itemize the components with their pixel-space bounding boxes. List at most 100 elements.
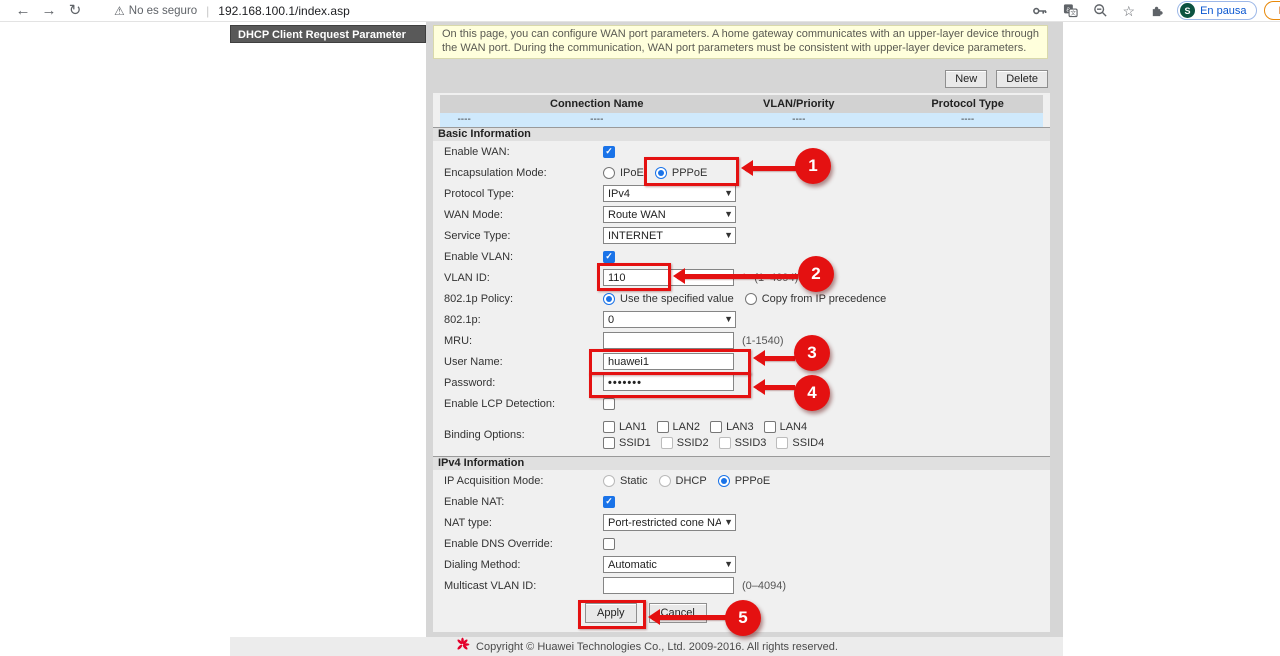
ipoe-radio-label: IPoE [620, 167, 644, 179]
mru-input[interactable] [603, 332, 734, 349]
nav-sidebar: DHCP Client Request Parameter [230, 22, 426, 637]
nat-type-value: Port-restricted cone NAT [608, 517, 721, 529]
wan-mode-value: Route WAN [608, 209, 666, 221]
wan-mode-select[interactable]: Route WAN ▼ [603, 206, 736, 223]
address-bar-url[interactable]: 192.168.100.1/index.asp [218, 4, 349, 18]
translate-icon[interactable]: a文 [1063, 3, 1078, 18]
row-vlan-id: VLAN ID: *(1–4094) [433, 267, 1050, 288]
dns-override-label: Enable DNS Override: [433, 538, 603, 550]
sidebar-item-dhcp-client-request-parameter[interactable]: DHCP Client Request Parameter [230, 25, 426, 43]
multicast-vlan-id-label: Multicast VLAN ID: [433, 580, 603, 592]
security-label[interactable]: No es seguro [129, 5, 197, 17]
nat-type-select[interactable]: Port-restricted cone NAT ▼ [603, 514, 736, 531]
password-input[interactable] [603, 374, 734, 391]
lan1-checkbox[interactable] [603, 421, 615, 433]
service-type-value: INTERNET [608, 230, 663, 242]
lcp-detection-checkbox[interactable] [603, 398, 615, 410]
dns-override-checkbox[interactable] [603, 538, 615, 550]
dropdown-caret-icon: ▼ [724, 209, 733, 219]
mru-label: MRU: [433, 335, 603, 347]
profile-sync-status: En pausa [1200, 5, 1246, 17]
delete-button[interactable]: Delete [996, 70, 1048, 88]
lan4-checkbox[interactable] [764, 421, 776, 433]
enable-vlan-label: Enable VLAN: [433, 251, 603, 263]
pppoe-radio-label: PPPoE [672, 167, 707, 179]
protocol-type-value: IPv4 [608, 188, 630, 200]
row-dialing-method: Dialing Method: Automatic ▼ [433, 554, 1050, 575]
vlan-id-input[interactable] [603, 269, 734, 286]
enable-wan-label: Enable WAN: [433, 146, 603, 158]
copy-ip-precedence-radio[interactable] [745, 293, 757, 305]
multicast-vlan-id-input[interactable] [603, 577, 734, 594]
lan2-checkbox[interactable] [657, 421, 669, 433]
browser-toolbar: ← → ↻ ⚠ No es seguro | 192.168.100.1/ind… [0, 0, 1280, 22]
enable-vlan-checkbox[interactable] [603, 251, 615, 263]
service-type-select[interactable]: INTERNET ▼ [603, 227, 736, 244]
8021p-value: 0 [608, 314, 614, 326]
static-radio-label: Static [620, 475, 648, 487]
lan2-label: LAN2 [673, 421, 701, 433]
ssid2-label: SSID2 [677, 437, 709, 449]
browser-profile-chip[interactable]: S En pausa [1177, 1, 1256, 20]
dropdown-caret-icon: ▼ [724, 314, 733, 324]
profile-avatar: S [1180, 3, 1195, 18]
lan3-checkbox[interactable] [710, 421, 722, 433]
ipv4-pppoe-radio-label: PPPoE [735, 475, 770, 487]
cell-protocol-type: ---- [892, 113, 1043, 127]
header-select-col [440, 95, 488, 113]
dialing-method-select[interactable]: Automatic ▼ [603, 556, 736, 573]
row-enable-vlan: Enable VLAN: [433, 246, 1050, 267]
cell-vlan-priority: ---- [705, 113, 892, 127]
new-button[interactable]: New [945, 70, 987, 88]
binding-options-label: Binding Options: [433, 429, 603, 441]
not-secure-warning-icon[interactable]: ⚠ [114, 4, 125, 18]
form-actions: Apply Cancel [585, 598, 1050, 628]
protocol-type-label: Protocol Type: [433, 188, 603, 200]
password-key-icon[interactable] [1032, 3, 1048, 19]
enable-nat-label: Enable NAT: [433, 496, 603, 508]
back-icon[interactable]: ← [10, 0, 36, 22]
row-enable-nat: Enable NAT: [433, 491, 1050, 512]
ipv4-pppoe-radio[interactable] [718, 475, 730, 487]
user-name-input[interactable] [603, 353, 734, 370]
ipoe-radio[interactable] [603, 167, 615, 179]
forward-icon[interactable]: → [36, 0, 62, 22]
extensions-puzzle-icon[interactable] [1150, 3, 1165, 18]
header-connection-name: Connection Name [488, 95, 705, 113]
cancel-button[interactable]: Cancel [649, 603, 707, 623]
enable-wan-checkbox[interactable] [603, 146, 615, 158]
mru-hint: (1-1540) [742, 335, 784, 347]
use-specified-value-label: Use the specified value [620, 293, 734, 305]
header-protocol-type: Protocol Type [892, 95, 1043, 113]
nat-type-label: NAT type: [433, 517, 603, 529]
8021p-policy-label: 802.1p Policy: [433, 293, 603, 305]
ip-acquisition-mode-label: IP Acquisition Mode: [433, 475, 603, 487]
wan-mode-label: WAN Mode: [433, 209, 603, 221]
dhcp-radio-label: DHCP [676, 475, 707, 487]
connections-table: Connection Name VLAN/Priority Protocol T… [440, 95, 1043, 127]
row-ip-acquisition-mode: IP Acquisition Mode: Static DHCP PPPoE [433, 470, 1050, 491]
section-ipv4-information: IPv4 Information [433, 456, 1050, 470]
8021p-select[interactable]: 0 ▼ [603, 311, 736, 328]
dropdown-caret-icon: ▼ [724, 230, 733, 240]
header-vlan-priority: VLAN/Priority [705, 95, 892, 113]
browser-error-chip[interactable]: Error [1264, 1, 1280, 20]
wan-form: Connection Name VLAN/Priority Protocol T… [433, 93, 1050, 632]
user-name-label: User Name: [433, 356, 603, 368]
ssid1-checkbox[interactable] [603, 437, 615, 449]
protocol-type-select[interactable]: IPv4 ▼ [603, 185, 736, 202]
huawei-logo-icon [455, 637, 470, 656]
pppoe-radio[interactable] [655, 167, 667, 179]
copyright-text: Copyright © Huawei Technologies Co., Ltd… [476, 641, 838, 653]
use-specified-value-radio[interactable] [603, 293, 615, 305]
zoom-out-icon[interactable] [1093, 3, 1108, 18]
table-row[interactable]: ---- ---- ---- ---- [440, 113, 1043, 127]
dropdown-caret-icon: ▼ [724, 188, 733, 198]
enable-nat-checkbox[interactable] [603, 496, 615, 508]
password-label: Password: [433, 377, 603, 389]
apply-button[interactable]: Apply [585, 603, 637, 623]
bookmark-star-icon[interactable]: ☆ [1123, 0, 1136, 22]
reload-icon[interactable]: ↻ [62, 0, 88, 22]
row-enable-wan: Enable WAN: [433, 141, 1050, 162]
row-encapsulation-mode: Encapsulation Mode: IPoE PPPoE [433, 162, 1050, 183]
